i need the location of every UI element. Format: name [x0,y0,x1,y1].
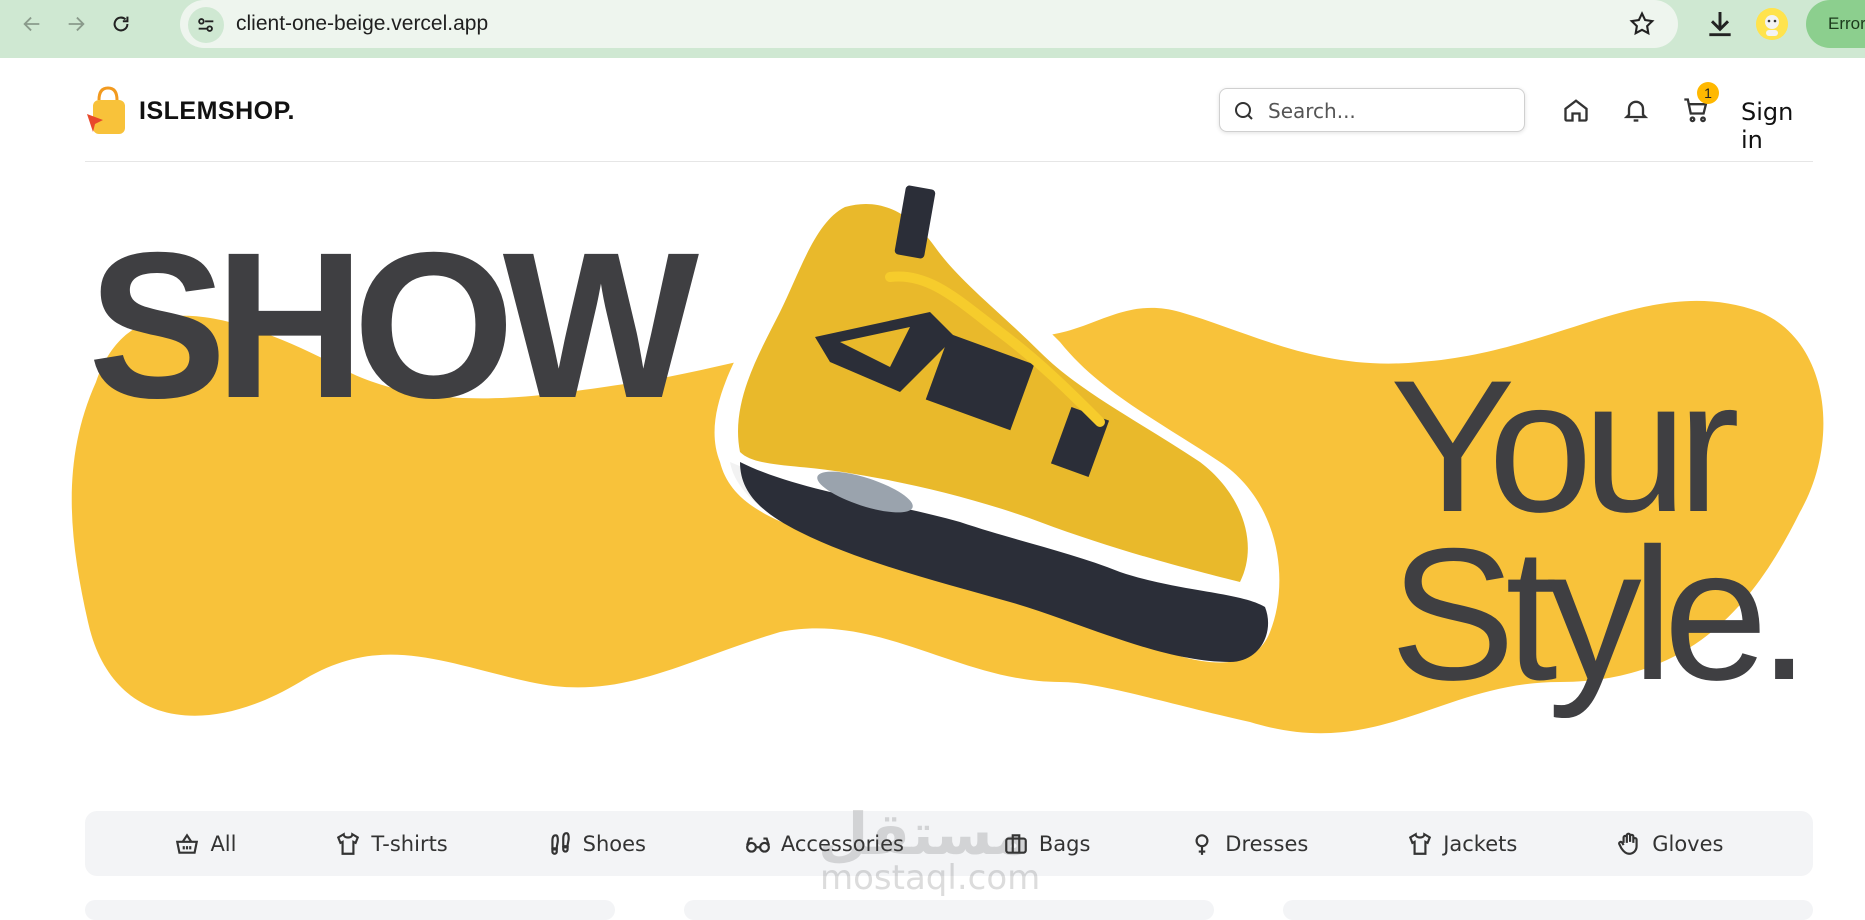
category-label: Dresses [1225,831,1309,856]
shirt-icon [1409,831,1432,855]
error-chip[interactable]: Error [1806,0,1865,48]
url-text[interactable]: client-one-beige.vercel.app [236,12,488,36]
shopping-bag-logo-icon [85,84,129,138]
signin-link[interactable]: Sign in [1741,98,1813,154]
cart-count-badge: 1 [1697,82,1719,104]
search-box[interactable] [1219,88,1525,132]
footprints-icon [550,831,570,855]
profile-avatar[interactable] [1756,8,1788,40]
avatar-icon [1756,8,1788,40]
category-accessories[interactable]: Accessories [745,831,904,857]
search-input[interactable] [1268,97,1508,125]
category-shoes[interactable]: Shoes [547,831,646,857]
category-label: All [210,831,237,856]
forward-button[interactable] [58,6,94,42]
home-button[interactable] [1562,96,1590,124]
product-card[interactable] [684,900,1214,920]
tshirt-icon [337,831,360,855]
brand-name: ISLEMSHOP. [139,96,295,125]
bookmark-star-icon[interactable] [1628,10,1656,38]
download-icon[interactable] [1704,8,1736,40]
search-icon [1235,102,1253,120]
bell-icon [1623,100,1649,122]
hero-headline-show: SHOW [88,210,699,442]
category-dresses[interactable]: Dresses [1189,831,1308,857]
category-label: T-shirts [371,831,448,856]
category-bar: All T-shirts Shoes Accessories Bags Dres… [85,811,1813,876]
category-label: Jackets [1443,831,1518,856]
category-jackets[interactable]: Jackets [1407,831,1517,857]
category-gloves[interactable]: Gloves [1616,831,1723,857]
tune-icon [198,18,214,32]
address-bar[interactable]: client-one-beige.vercel.app [180,0,1678,48]
site-info-button[interactable] [188,7,224,43]
notifications-button[interactable] [1622,96,1650,124]
reload-button[interactable] [103,6,139,42]
logo[interactable]: ISLEMSHOP. [85,84,295,138]
category-bags[interactable]: Bags [1003,831,1091,857]
hero-banner: SHOW Your Style. [0,162,1865,762]
hand-icon [1618,832,1638,855]
product-card[interactable] [1283,900,1813,920]
category-all[interactable]: All [174,831,236,857]
back-button[interactable] [14,6,50,42]
category-label: Bags [1038,831,1091,856]
home-icon [1564,99,1588,122]
briefcase-icon [1005,833,1027,854]
category-tshirts[interactable]: T-shirts [335,831,448,857]
product-card[interactable] [85,900,615,920]
reload-icon [113,16,129,32]
category-label: Shoes [582,831,646,856]
glasses-icon [745,837,770,853]
site-header: ISLEMSHOP. 1 Sign in [85,58,1813,162]
browser-toolbar: client-one-beige.vercel.app Error [0,0,1865,58]
venus-icon [1195,833,1209,855]
category-label: Accessories [780,831,904,856]
basket-icon [176,832,199,854]
toolbar-divider [0,48,1865,58]
arrow-left-icon [23,16,40,32]
category-label: Gloves [1652,831,1724,856]
sneaker-image [714,185,1280,663]
arrow-right-icon [68,16,85,32]
hero-headline-style: Style. [1390,509,1810,719]
